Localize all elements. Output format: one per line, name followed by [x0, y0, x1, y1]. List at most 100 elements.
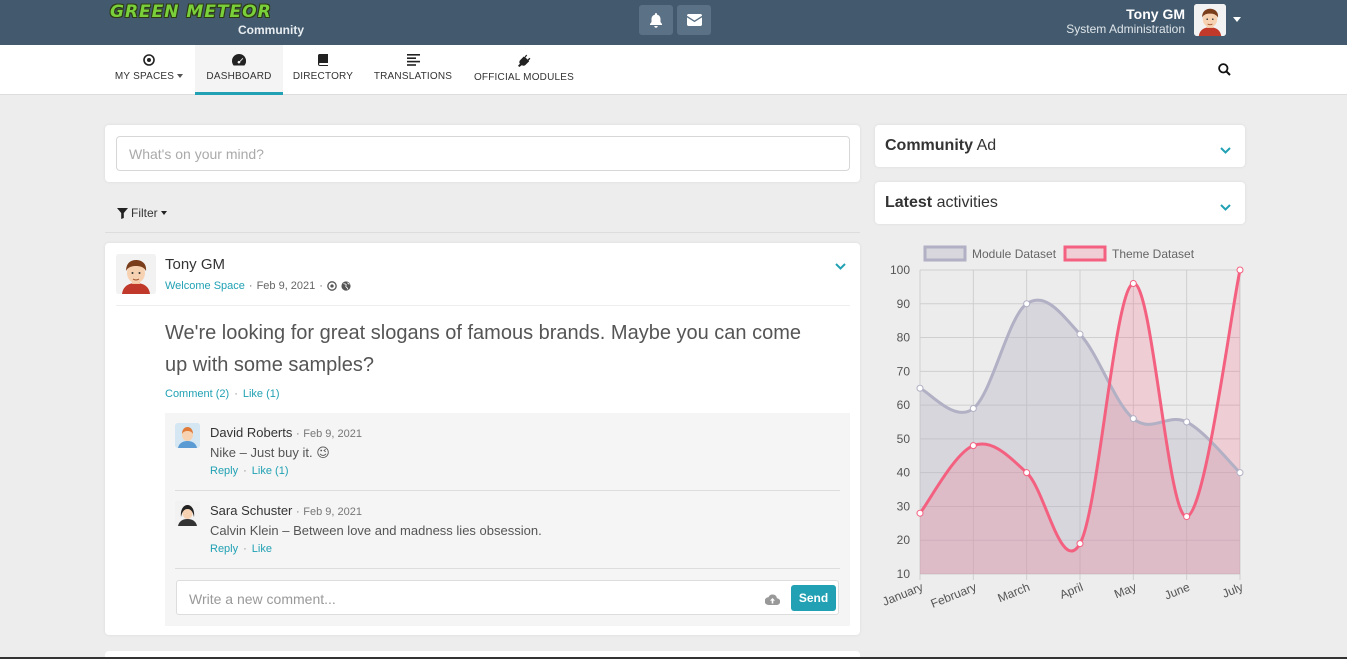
- data-point: [1023, 469, 1031, 477]
- data-point: [969, 404, 977, 412]
- filter-dropdown[interactable]: Filter: [117, 206, 167, 220]
- collapse-toggle[interactable]: [1220, 198, 1231, 216]
- nav-translations-label: TRANSLATIONS: [373, 71, 453, 82]
- data-point: [1076, 540, 1084, 548]
- y-tick-label: 80: [897, 331, 911, 345]
- data-point: [969, 442, 977, 450]
- nav-my-spaces-label: MY SPACES: [114, 71, 175, 82]
- upload-button[interactable]: [764, 592, 781, 610]
- panel-title-rest: Ad: [976, 137, 997, 154]
- latest-activities-title: Latest activities: [885, 194, 998, 212]
- bell-icon: [650, 12, 662, 28]
- comment-author-name[interactable]: David Roberts: [210, 425, 292, 440]
- search-icon: [1218, 63, 1231, 76]
- comment-author: David Roberts · Feb 9, 2021: [210, 425, 362, 440]
- x-tick-label: March: [996, 580, 1032, 605]
- user-role: System Administration: [1066, 22, 1185, 36]
- nav-dashboard[interactable]: DASHBOARD: [195, 45, 283, 95]
- data-point: [1236, 266, 1244, 274]
- x-tick-label: May: [1112, 580, 1138, 601]
- post-author[interactable]: Tony GM: [165, 256, 225, 273]
- comment-link[interactable]: Comment (2): [165, 388, 229, 400]
- nav-directory-label: DIRECTORY: [292, 71, 354, 82]
- new-comment-placeholder: Write a new comment...: [189, 591, 336, 607]
- reply-link[interactable]: Reply: [210, 543, 238, 555]
- author-avatar[interactable]: [116, 254, 156, 294]
- logo-subtitle: Community: [238, 23, 304, 37]
- comment-avatar[interactable]: [175, 423, 200, 448]
- panel-title-rest: activities: [936, 194, 998, 211]
- legend-swatch: [923, 245, 967, 262]
- like-link[interactable]: Like (1): [243, 388, 280, 400]
- comment-like-link[interactable]: Like: [252, 543, 272, 555]
- x-tick-label: February: [929, 580, 979, 610]
- post-text: We're looking for great slogans of famou…: [165, 322, 802, 376]
- y-tick-label: 30: [897, 499, 911, 513]
- y-tick-label: 90: [897, 297, 911, 311]
- comment-like-link[interactable]: Like (1): [252, 465, 289, 477]
- comment-author-name[interactable]: Sara Schuster: [210, 503, 292, 518]
- globe-icon: [341, 281, 351, 291]
- comment-avatar[interactable]: [175, 501, 200, 526]
- nav-directory[interactable]: DIRECTORY: [288, 45, 358, 95]
- legend-label: Module Dataset: [972, 247, 1057, 261]
- collapse-toggle[interactable]: [1220, 141, 1231, 159]
- send-button[interactable]: Send: [791, 585, 836, 611]
- data-point: [1129, 415, 1137, 423]
- nav-translations[interactable]: TRANSLATIONS: [366, 45, 460, 95]
- chevron-down-icon: [835, 263, 846, 270]
- reply-link[interactable]: Reply: [210, 465, 238, 477]
- cloud-upload-icon: [764, 594, 781, 606]
- comment-date[interactable]: Feb 9, 2021: [303, 428, 362, 440]
- comment-text: Nike – Just buy it. 😉: [210, 445, 330, 460]
- tachometer-icon: [232, 54, 246, 66]
- data-point: [1076, 330, 1084, 338]
- comment-date-prefix: ·: [296, 428, 300, 440]
- post-date[interactable]: Feb 9, 2021: [257, 280, 316, 292]
- comment-text: Calvin Klein – Between love and madness …: [210, 523, 542, 538]
- user-name[interactable]: Tony GM: [1126, 6, 1185, 22]
- comments-section: David Roberts · Feb 9, 2021 Nike – Just …: [165, 413, 850, 626]
- y-tick-label: 100: [890, 263, 910, 277]
- search-button[interactable]: [1218, 63, 1231, 81]
- legend-swatch: [1063, 245, 1107, 262]
- y-tick-label: 20: [897, 533, 911, 547]
- whats-on-your-mind-input[interactable]: What's on your mind?: [116, 136, 850, 171]
- data-point: [1023, 300, 1031, 308]
- legend-label: Theme Dataset: [1112, 247, 1195, 261]
- logo[interactable]: GREEN METEOR: [110, 2, 272, 22]
- top-bar: GREEN METEOR Community Tony GM System Ad…: [0, 0, 1347, 45]
- nav-official-modules[interactable]: OFFICIAL MODULES: [470, 45, 578, 95]
- y-tick-label: 50: [897, 432, 911, 446]
- nav-my-spaces[interactable]: MY SPACES: [105, 45, 193, 95]
- activity-chart: 10 20 30 40 50 60 70 80 90 100 January February Marc…: [880, 245, 1245, 610]
- panel-title-bold: Community: [885, 137, 973, 154]
- main-navigation: MY SPACES DASHBOARD DIRECTORY TRANSLATIO…: [0, 45, 1347, 95]
- comment-divider: [175, 568, 840, 569]
- latest-activities-panel[interactable]: Latest activities: [875, 182, 1245, 224]
- y-tick-label: 10: [897, 567, 911, 581]
- data-point: [1129, 280, 1137, 288]
- caret-down-icon: [177, 74, 184, 79]
- user-menu-caret-icon[interactable]: [1233, 17, 1241, 22]
- separator: ·: [243, 465, 247, 477]
- data-point: [1183, 418, 1191, 426]
- dot-circle-icon: [327, 281, 337, 291]
- caret-down-icon: [160, 211, 167, 215]
- new-comment-field[interactable]: Write a new comment... Send: [176, 580, 839, 615]
- community-ad-panel[interactable]: Community Ad: [875, 125, 1245, 167]
- x-tick-label: January: [880, 580, 925, 609]
- filter-divider: [105, 232, 860, 233]
- user-avatar[interactable]: [1194, 4, 1226, 36]
- notifications-button[interactable]: [639, 5, 673, 35]
- comment-actions: Reply · Like: [210, 543, 272, 555]
- messages-button[interactable]: [677, 5, 711, 35]
- post-divider: [116, 305, 850, 306]
- separator: ·: [234, 388, 238, 400]
- comment-date[interactable]: Feb 9, 2021: [303, 506, 362, 518]
- filter-label: Filter: [131, 206, 158, 220]
- book-icon: [318, 54, 328, 66]
- post-space-link[interactable]: Welcome Space: [165, 280, 245, 292]
- post-menu-button[interactable]: [835, 257, 846, 275]
- nav-dashboard-label: DASHBOARD: [206, 71, 272, 82]
